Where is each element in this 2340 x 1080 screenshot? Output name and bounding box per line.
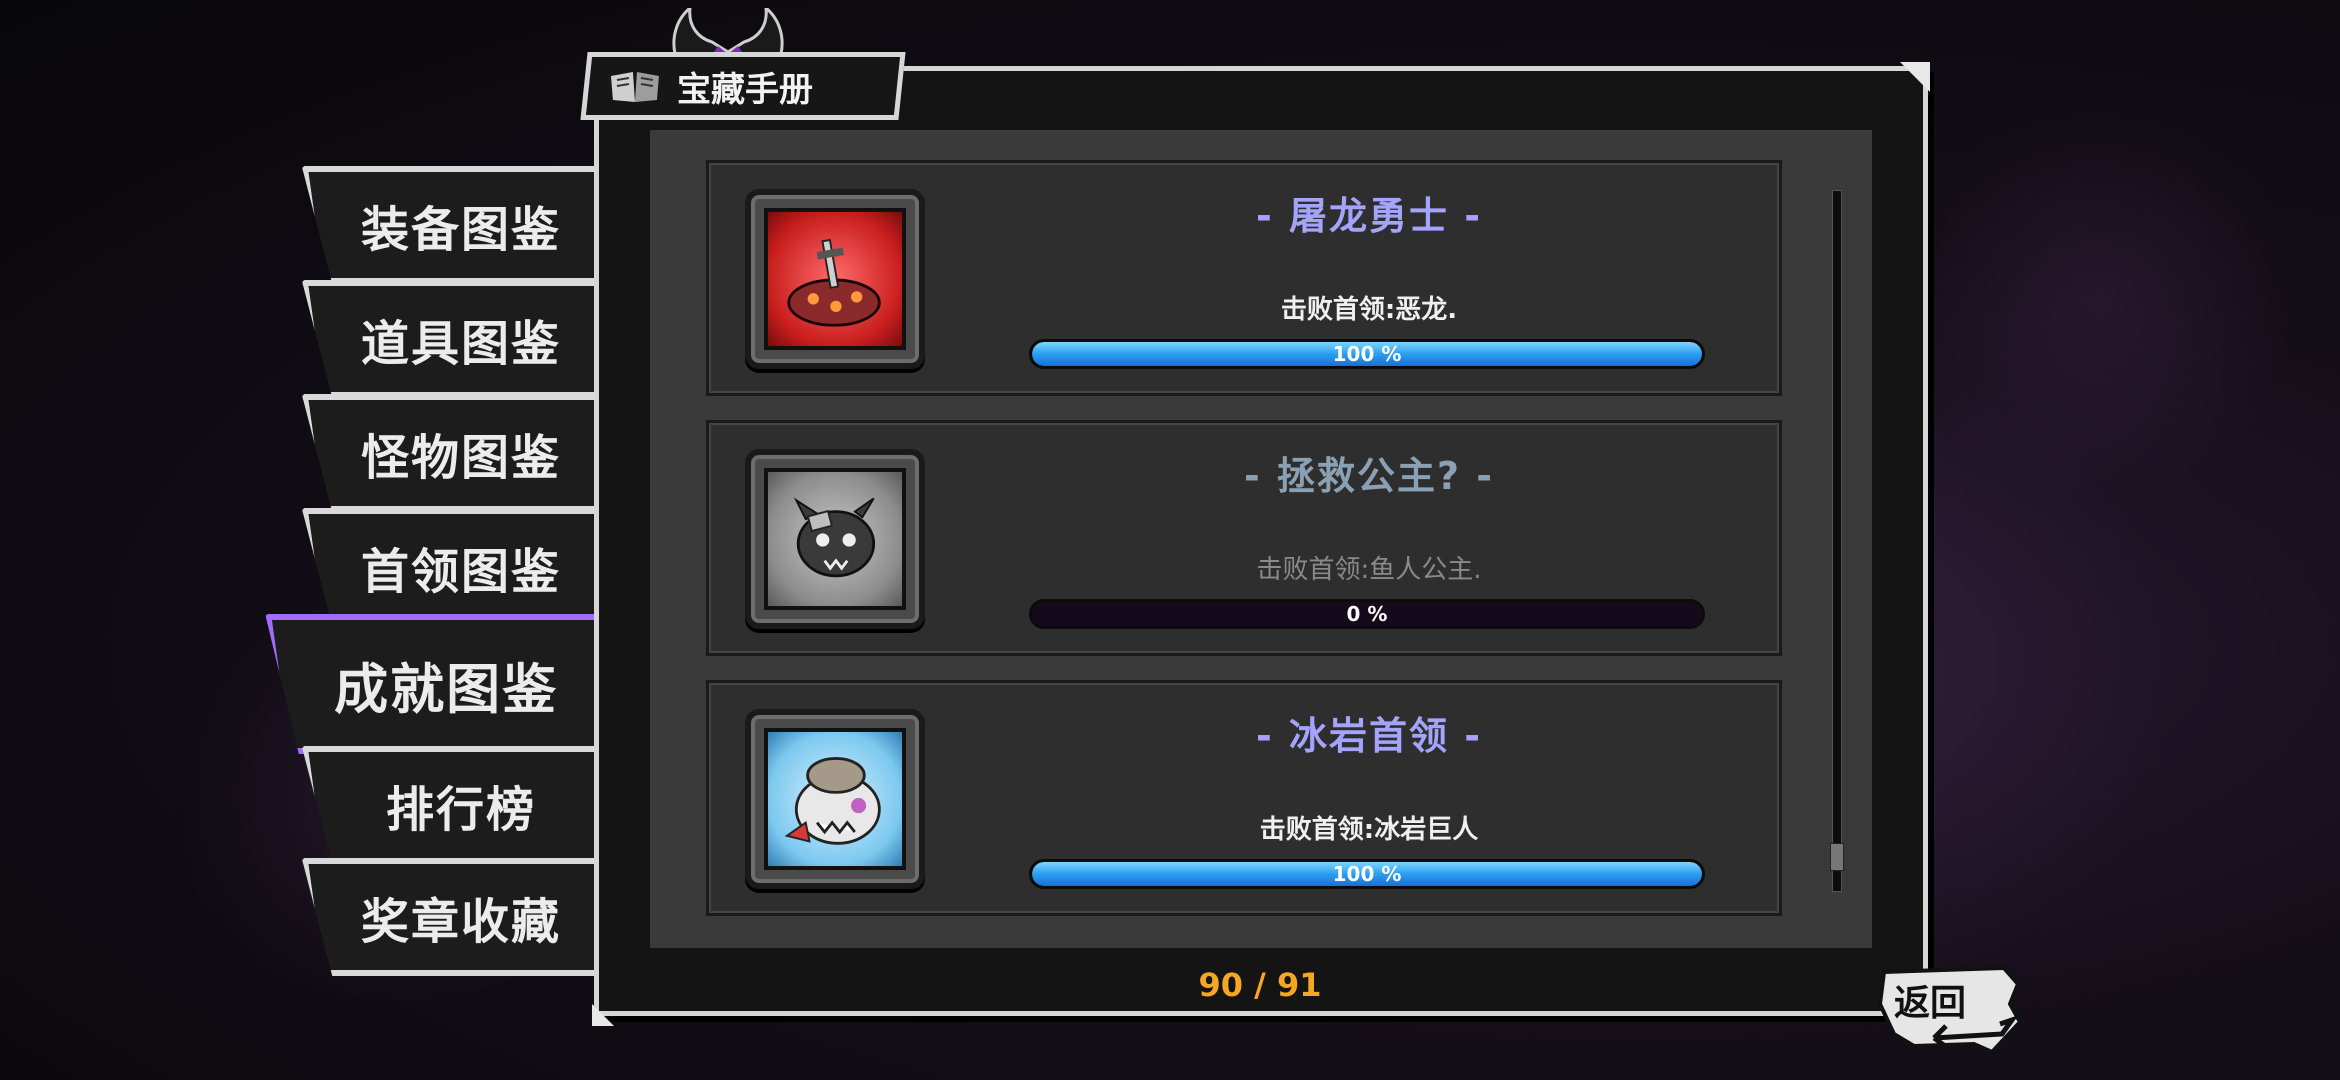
achievement-card: - 拯救公主? - 击败首领:鱼人公主. 0 % xyxy=(706,420,1782,656)
tab-item-codex[interactable]: 道具图鉴 xyxy=(302,280,615,398)
tab-label: 排行榜 xyxy=(385,782,536,838)
achievement-title: - 拯救公主? - xyxy=(1243,454,1495,498)
achievement-card: - 屠龙勇士 - 击败首领:恶龙. 100 % xyxy=(706,160,1782,396)
achievement-description: 击败首领:冰岩巨人 xyxy=(1259,815,1479,845)
tab-leaderboard[interactable]: 排行榜 xyxy=(302,746,615,864)
background-blob xyxy=(1900,100,2300,500)
achievement-card: - 冰岩首领 - 击败首领:冰岩巨人 100 % xyxy=(706,680,1782,916)
tab-achievement-codex[interactable]: 成就图鉴 xyxy=(265,614,621,754)
achievement-description: 击败首领:鱼人公主. xyxy=(1256,555,1482,585)
scrollbar-track[interactable] xyxy=(1830,190,1844,892)
tab-label: 道具图鉴 xyxy=(360,316,561,372)
tab-boss-codex[interactable]: 首领图鉴 xyxy=(302,508,615,626)
tab-monster-codex[interactable]: 怪物图鉴 xyxy=(302,394,615,512)
fish-princess-boss-icon xyxy=(764,468,906,610)
achievement-title: - 冰岩首领 - xyxy=(1255,714,1482,758)
tab-label: 装备图鉴 xyxy=(360,202,561,258)
achievement-progress-bar: 0 % xyxy=(1029,599,1705,629)
progress-label: 100 % xyxy=(1332,342,1402,366)
achievement-progress-bar: 100 % xyxy=(1029,339,1705,369)
ice-golem-boss-icon xyxy=(764,728,906,870)
scrollbar-thumb[interactable] xyxy=(1830,842,1844,871)
tab-label: 怪物图鉴 xyxy=(360,430,561,486)
achievement-title: - 屠龙勇士 - xyxy=(1255,194,1482,238)
tab-label: 首领图鉴 xyxy=(360,544,561,600)
achievement-description: 击败首领:恶龙. xyxy=(1280,295,1458,325)
achievement-progress-bar: 100 % xyxy=(1029,859,1705,889)
panel-header-tab: 宝藏手册 xyxy=(580,52,906,120)
progress-label: 0 % xyxy=(1346,602,1388,626)
book-icon xyxy=(611,71,659,101)
back-label: 返回 xyxy=(1894,983,1967,1024)
back-button[interactable]: 返回 xyxy=(1874,964,2024,1056)
achievement-icon-frame xyxy=(745,189,925,369)
tab-medal-collection[interactable]: 奖章收藏 xyxy=(302,858,615,976)
achievement-icon-frame xyxy=(745,709,925,889)
panel-title: 宝藏手册 xyxy=(677,69,813,110)
achievement-icon-frame xyxy=(745,449,925,629)
tab-equipment-codex[interactable]: 装备图鉴 xyxy=(302,166,615,284)
tab-label: 成就图鉴 xyxy=(334,657,558,721)
progress-label: 100 % xyxy=(1332,862,1402,886)
dragon-boss-icon xyxy=(764,208,906,350)
tab-label: 奖章收藏 xyxy=(360,894,561,950)
achievement-counter: 90 / 91 xyxy=(1198,966,1322,1004)
